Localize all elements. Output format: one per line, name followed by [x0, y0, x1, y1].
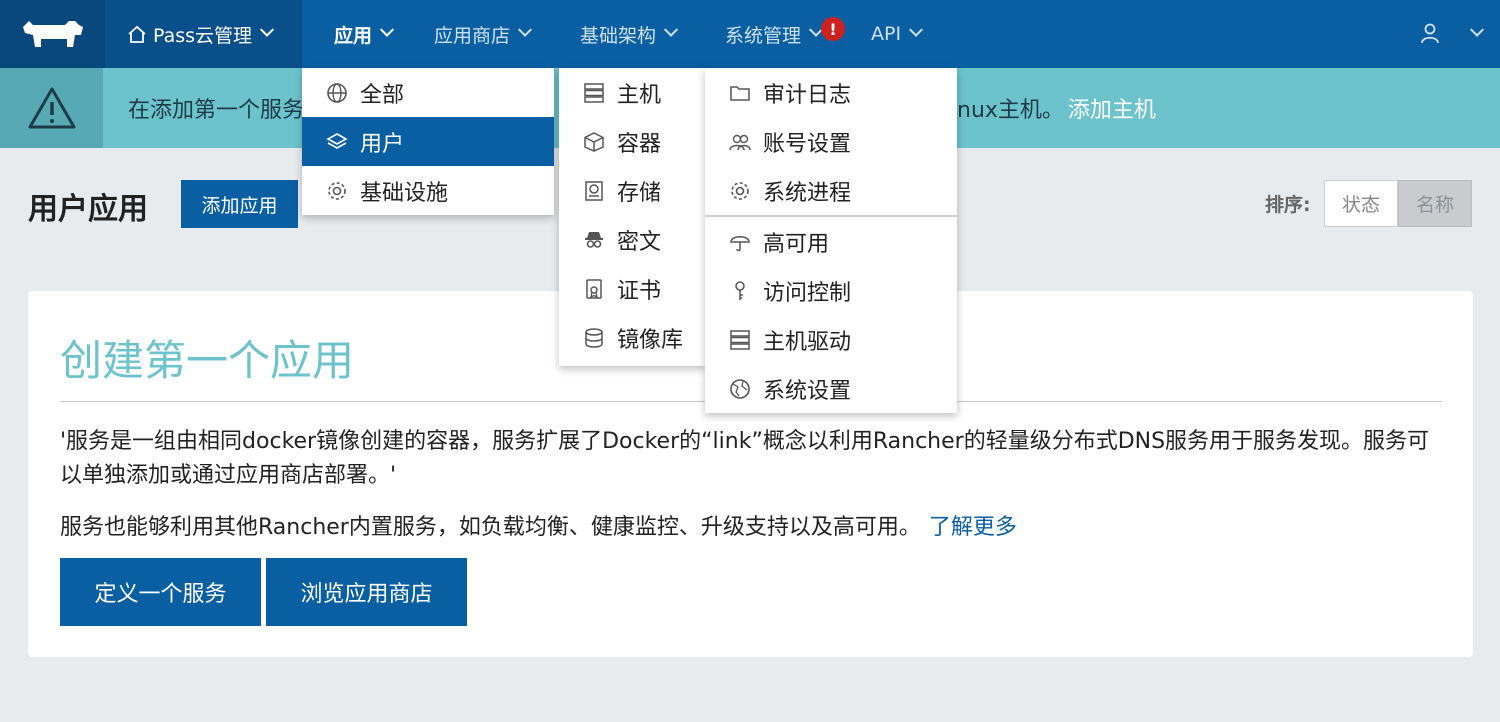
banner-message-start: 在添加第一个服务: [128, 98, 305, 123]
home-icon: [128, 25, 146, 43]
sort-by-name-button[interactable]: 名称: [1398, 180, 1472, 227]
chevron-down-icon: [663, 22, 679, 37]
card-description-secondary: 服务也能够利用其他Rancher内置服务，如负载均衡、健康监控、升级支持以及高可…: [60, 509, 1017, 541]
menu-item-label: 高可用: [763, 231, 830, 257]
menu-item-label: 主机驱动: [763, 329, 852, 355]
nav-catalog[interactable]: 应用商店: [434, 0, 533, 68]
server-icon: [729, 329, 751, 351]
rancher-logo[interactable]: [0, 0, 105, 68]
menu-item-all[interactable]: 全部: [302, 68, 554, 117]
spy-icon: [583, 229, 605, 251]
nav-infrastructure[interactable]: 基础架构: [580, 0, 679, 68]
banner-message-end: nux主机。 添加主机: [957, 68, 1156, 148]
nav-apps-label: 应用: [334, 24, 373, 47]
menu-item-label: 容器: [617, 131, 662, 157]
cube-icon: [583, 131, 605, 153]
menu-item-audit-log[interactable]: 审计日志: [705, 68, 957, 117]
folder-icon: [729, 82, 751, 104]
menu-item-ha[interactable]: 高可用: [705, 217, 957, 266]
menu-item-label: 镜像库: [617, 327, 684, 353]
menu-item-infrastructure[interactable]: 基础设施: [302, 166, 554, 215]
menu-item-label: 基础设施: [360, 180, 449, 206]
card-description: '服务是一组由相同docker镜像创建的容器，服务扩展了Docker的“link…: [60, 429, 1430, 488]
admin-dropdown-menu: 审计日志 账号设置 系统进程 高可用 访问控制 主机驱动 系统设置: [705, 68, 957, 413]
card-title: 创建第一个应用: [60, 336, 355, 385]
menu-item-hosts[interactable]: 主机: [559, 68, 706, 117]
top-navigation: Pass云管理 应用 应用商店 基础架构 系统管理 ! API: [0, 0, 1500, 68]
user-menu[interactable]: [1420, 0, 1485, 68]
menu-item-certificates[interactable]: 证书: [559, 264, 706, 313]
chevron-down-icon: [517, 22, 533, 37]
infrastructure-dropdown-menu: 主机 容器 存储 密文 证书 镜像库: [559, 68, 706, 366]
globe-icon: [326, 82, 348, 104]
sort-by-state-button[interactable]: 状态: [1324, 180, 1398, 227]
gear-icon: [326, 180, 348, 202]
add-app-button[interactable]: 添加应用: [181, 180, 298, 228]
learn-more-link[interactable]: 了解更多: [929, 515, 1017, 540]
menu-item-storage[interactable]: 存储: [559, 166, 706, 215]
menu-item-secrets[interactable]: 密文: [559, 215, 706, 264]
certificate-icon: [583, 278, 605, 300]
users-icon: [729, 131, 751, 153]
menu-item-machine-drivers[interactable]: 主机驱动: [705, 315, 957, 364]
menu-item-settings[interactable]: 系统设置: [705, 364, 957, 413]
menu-item-label: 证书: [617, 278, 662, 304]
menu-item-label: 用户: [360, 131, 405, 157]
chevron-down-icon: [1469, 22, 1485, 37]
sort-label: 排序:: [1265, 194, 1311, 216]
environment-label: Pass云管理: [153, 24, 253, 47]
nav-api[interactable]: API: [871, 0, 924, 68]
nav-admin-label: 系统管理: [725, 24, 802, 47]
menu-item-access-control[interactable]: 访问控制: [705, 266, 957, 315]
layers-icon: [326, 131, 348, 153]
server-icon: [583, 82, 605, 104]
nav-catalog-label: 应用商店: [434, 24, 511, 47]
menu-item-label: 全部: [360, 82, 405, 108]
chevron-down-icon: [908, 22, 924, 37]
drive-icon: [583, 180, 605, 202]
menu-item-label: 访问控制: [763, 280, 852, 306]
add-host-link[interactable]: 添加主机: [1068, 92, 1156, 124]
menu-item-accounts[interactable]: 账号设置: [705, 117, 957, 166]
chevron-down-icon: [259, 22, 275, 37]
nav-infrastructure-label: 基础架构: [580, 24, 657, 47]
environment-switcher[interactable]: Pass云管理: [105, 0, 302, 68]
menu-item-containers[interactable]: 容器: [559, 117, 706, 166]
menu-item-user[interactable]: 用户: [302, 117, 554, 166]
nav-api-label: API: [871, 23, 902, 45]
user-icon: [1421, 23, 1439, 44]
umbrella-icon: [729, 231, 751, 253]
globe-icon: [729, 378, 751, 400]
alert-badge[interactable]: !: [821, 17, 845, 41]
key-icon: [729, 280, 751, 302]
browse-catalog-button[interactable]: 浏览应用商店: [266, 558, 467, 626]
nav-apps[interactable]: 应用: [334, 0, 395, 68]
apps-dropdown-menu: 全部 用户 基础设施: [302, 68, 554, 215]
menu-item-label: 审计日志: [763, 82, 852, 108]
gear-icon: [729, 180, 751, 202]
menu-item-label: 系统设置: [763, 378, 852, 404]
menu-item-label: 系统进程: [763, 180, 852, 206]
banner-message-end-text: nux主机。: [957, 98, 1064, 123]
menu-item-label: 账号设置: [763, 131, 852, 157]
warning-icon: [0, 68, 103, 148]
card-description-secondary-text: 服务也能够利用其他Rancher内置服务，如负载均衡、健康监控、升级支持以及高可…: [60, 515, 921, 540]
menu-item-label: 存储: [617, 180, 662, 206]
page-title: 用户应用: [28, 192, 148, 227]
sort-toggle: 状态 名称: [1324, 180, 1472, 227]
menu-item-processes[interactable]: 系统进程: [705, 166, 957, 215]
nav-admin[interactable]: 系统管理: [725, 0, 824, 68]
menu-item-label: 密文: [617, 229, 662, 255]
menu-item-registries[interactable]: 镜像库: [559, 313, 706, 362]
cow-logo-icon: [22, 21, 83, 47]
chevron-down-icon: [379, 22, 395, 37]
database-icon: [583, 327, 605, 349]
define-service-button[interactable]: 定义一个服务: [60, 558, 261, 626]
menu-item-label: 主机: [617, 82, 662, 108]
